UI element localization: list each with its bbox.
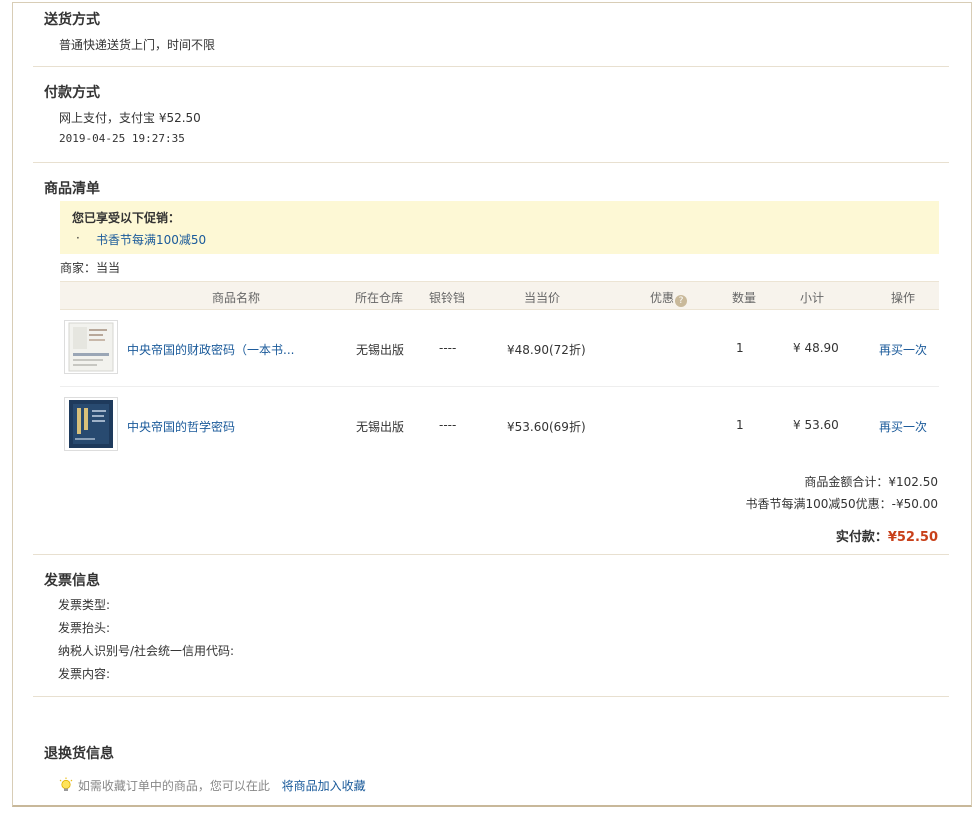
goods-table-header: 商品名称 所在仓库 银铃铛 当当价 优惠? 数量 小计 操作 — [60, 281, 939, 310]
product-subtotal: ¥ 53.60 — [793, 418, 839, 432]
promotion-item-link[interactable]: 书香节每满100减50 — [96, 231, 206, 248]
payment-method: 网上支付，支付宝 ¥52.50 — [59, 111, 201, 125]
section-divider — [33, 696, 949, 697]
invoice-section-title: 发票信息 — [44, 573, 100, 589]
product-qty: 1 — [736, 341, 744, 355]
payment-time: 2019-04-25 19:27:35 — [59, 132, 185, 145]
product-price: ¥48.90(72折) — [507, 343, 586, 357]
col-header-action: 操作 — [891, 291, 916, 305]
col-header-warehouse: 所在仓库 — [355, 291, 404, 305]
buy-again-link[interactable]: 再买一次 — [879, 341, 927, 358]
paid-amount-value: ¥52.50 — [887, 530, 938, 545]
invoice-content-label: 发票内容: — [58, 667, 111, 681]
product-warehouse: 无锡出版 — [356, 420, 405, 434]
promo-discount: 书香节每满100减50优惠：-¥50.00 — [745, 497, 939, 511]
paid-amount: 实付款：¥52.50 — [836, 526, 938, 545]
returns-tip: 如需收藏订单中的商品，您可以在此 将商品加入收藏 — [58, 777, 366, 794]
col-header-discount-label: 优惠 — [650, 291, 675, 305]
section-divider — [33, 66, 949, 67]
lightbulb-icon — [59, 777, 73, 791]
product-warehouse: 无锡出版 — [356, 343, 405, 357]
returns-section-title: 退换货信息 — [44, 746, 114, 762]
promotion-box: 您已享受以下促销： · 书香节每满100减50 — [60, 201, 939, 254]
product-thumbnail[interactable] — [64, 320, 118, 374]
col-header-discount: 优惠? — [650, 289, 688, 307]
product-thumbnail[interactable] — [64, 397, 118, 451]
col-header-price: 当当价 — [524, 291, 561, 305]
product-price: ¥53.60(69折) — [507, 420, 586, 434]
col-header-bell: 银铃铛 — [429, 291, 466, 305]
section-divider — [33, 162, 949, 163]
invoice-tax-id-label: 纳税人识别号/社会统一信用代码: — [58, 644, 235, 658]
col-header-name: 商品名称 — [212, 291, 261, 305]
promotion-bullet: · — [76, 231, 80, 245]
product-bell: ---- — [439, 418, 457, 432]
help-icon[interactable]: ? — [675, 295, 688, 307]
table-row: 中央帝国的哲学密码 无锡出版 ---- ¥53.60(69折) 1 ¥ 53.6… — [60, 387, 939, 464]
invoice-type-label: 发票类型: — [58, 598, 111, 612]
add-to-favorites-link[interactable]: 将商品加入收藏 — [282, 779, 366, 793]
delivery-detail: 普通快递送货上门，时间不限 — [59, 38, 216, 52]
col-header-qty: 数量 — [732, 291, 757, 305]
product-name-link[interactable]: 中央帝国的财政密码（一本书... — [127, 341, 294, 358]
promotion-title: 您已享受以下促销： — [72, 211, 181, 225]
book-cover-icon — [68, 322, 114, 372]
goods-section-title: 商品清单 — [44, 181, 100, 197]
merchant-label: 商家：当当 — [60, 261, 121, 275]
table-row: 中央帝国的财政密码（一本书... 无锡出版 ---- ¥48.90(72折) 1… — [60, 310, 939, 387]
goods-total: 商品金额合计：¥102.50 — [804, 475, 938, 489]
invoice-header-label: 发票抬头: — [58, 621, 111, 635]
payment-section-title: 付款方式 — [44, 85, 100, 101]
buy-again-link[interactable]: 再买一次 — [879, 418, 927, 435]
delivery-section-title: 送货方式 — [44, 12, 100, 28]
returns-tip-text: 如需收藏订单中的商品，您可以在此 — [77, 779, 270, 793]
product-qty: 1 — [736, 418, 744, 432]
product-subtotal: ¥ 48.90 — [793, 341, 839, 355]
paid-amount-label: 实付款： — [835, 530, 888, 545]
product-name-link[interactable]: 中央帝国的哲学密码 — [127, 418, 235, 435]
book-cover-icon — [69, 400, 113, 448]
product-bell: ---- — [439, 341, 457, 355]
section-divider — [33, 554, 949, 555]
col-header-subtotal: 小计 — [800, 291, 825, 305]
